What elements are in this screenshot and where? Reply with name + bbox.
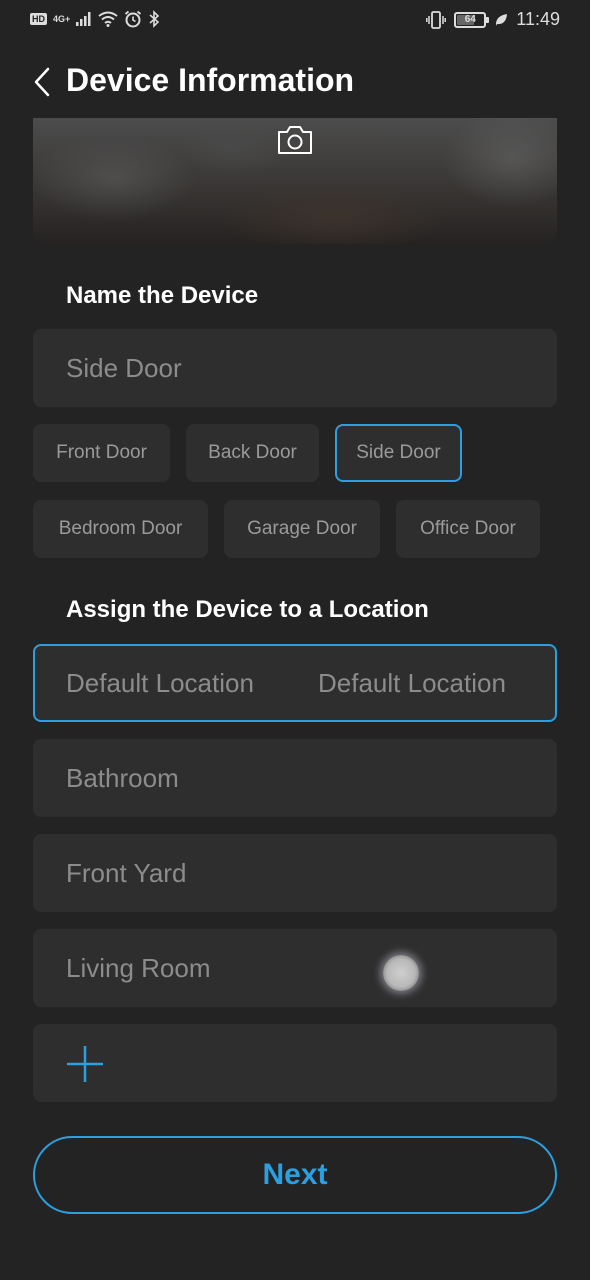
next-button[interactable]: Next: [33, 1136, 557, 1214]
wifi-icon: [98, 11, 118, 27]
location-item-front-yard[interactable]: Front Yard: [33, 834, 557, 912]
location-label: Front Yard: [66, 858, 187, 888]
hd-badge: HD: [30, 13, 47, 25]
location-item-living-room[interactable]: Living Room: [33, 929, 557, 1007]
location-secondary-label: Default Location: [318, 668, 506, 698]
name-section-title: Name the Device: [66, 282, 259, 309]
alarm-icon: [125, 10, 142, 28]
header: Device Information: [0, 52, 590, 112]
plus-icon: [67, 1046, 103, 1082]
clock: 11:49: [516, 9, 560, 29]
camera-icon[interactable]: [276, 124, 314, 156]
location-item-bathroom[interactable]: Bathroom: [33, 739, 557, 817]
location-label: Living Room: [66, 953, 211, 983]
location-label: Bathroom: [66, 763, 179, 793]
touch-indicator: [383, 955, 419, 991]
network-type: 4G+: [53, 14, 71, 24]
status-bar-left: HD 4G+: [30, 10, 160, 28]
status-bar: HD 4G+ 64 11:49: [0, 0, 590, 40]
suggestion-chip-office-door[interactable]: Office Door: [396, 500, 540, 558]
add-location-button[interactable]: [33, 1024, 557, 1102]
page-title: Device Information: [66, 62, 355, 98]
vibrate-icon: [426, 10, 447, 29]
battery-icon: 64: [454, 11, 490, 28]
signal-icon: [76, 12, 91, 26]
suggestion-chip-front-door[interactable]: Front Door: [33, 424, 170, 482]
bluetooth-icon: [149, 10, 160, 28]
leaf-icon: [496, 13, 508, 26]
suggestion-chip-garage-door[interactable]: Garage Door: [224, 500, 380, 558]
suggestion-chip-bedroom-door[interactable]: Bedroom Door: [33, 500, 208, 558]
device-information-screen: HD 4G+ 64 11:49 Device Information Name …: [0, 0, 590, 1280]
status-bar-right: 64 11:49: [426, 9, 560, 30]
location-section-title: Assign the Device to a Location: [66, 596, 429, 623]
battery-level: 64: [464, 13, 476, 25]
suggestion-chip-side-door[interactable]: Side Door: [335, 424, 462, 482]
chevron-left-icon[interactable]: [28, 66, 60, 98]
device-name-input[interactable]: Side Door: [33, 329, 557, 407]
location-label: Default Location: [66, 668, 254, 698]
suggestion-chip-back-door[interactable]: Back Door: [186, 424, 319, 482]
location-item-default[interactable]: Default Location Default Location: [33, 644, 557, 722]
